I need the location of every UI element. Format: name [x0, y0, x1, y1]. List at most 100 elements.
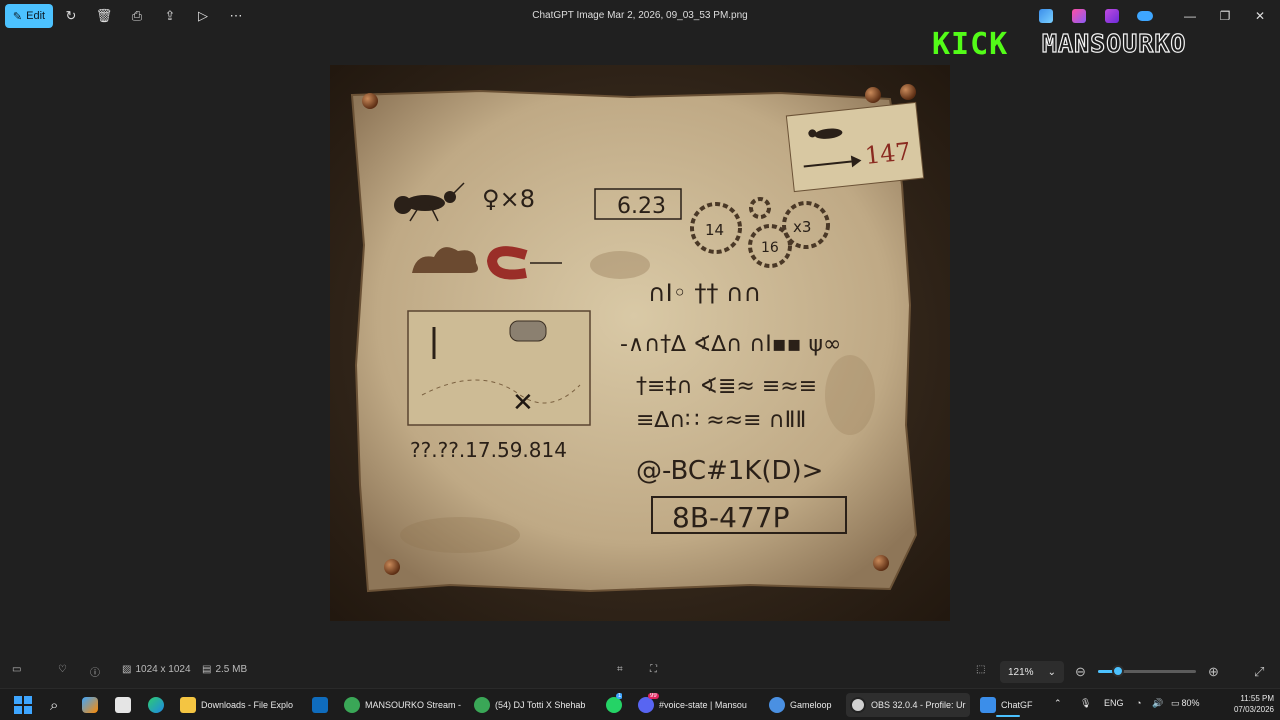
image-viewer-canvas[interactable]: 147 ♀×8 6.23 14 16 x3 ✕ ??.??.17.59.814 …	[330, 65, 950, 621]
folder-icon	[180, 697, 196, 713]
map-drawing: ✕	[407, 310, 591, 426]
gear-number: x3	[793, 218, 811, 236]
clipchamp-app-icon[interactable]	[1105, 9, 1119, 23]
battery-icon: ▭	[1171, 698, 1180, 708]
designer-app-icon[interactable]	[1039, 9, 1053, 23]
note-number: 147	[864, 137, 912, 170]
pin	[362, 93, 378, 109]
glyph-row: ∩Ⅰ◦ †† ∩∩	[648, 279, 761, 307]
wifi-icon[interactable]: ◔	[1136, 698, 1141, 708]
widgets-icon[interactable]	[82, 693, 98, 717]
pin	[873, 555, 889, 571]
app-icon[interactable]	[115, 693, 131, 717]
viewer-bottom-bar: ▭ ♡ ⓘ ▨ 1024 x 1024 ▤ 2.5 MB ⌗ ⛶ ⬚	[0, 656, 1280, 688]
glyph-row: -∧∩†∆ ∢∆∩ ∩Ⅰ▪▪ ψ∞	[620, 332, 841, 357]
gameloop-icon	[769, 697, 785, 713]
taskbar-item-chatgpt[interactable]: ChatGF	[980, 693, 1036, 717]
battery-indicator[interactable]: ▭ 80%	[1171, 698, 1200, 709]
zoom-dropdown[interactable]: 121% ⌄	[1000, 661, 1064, 683]
windows-logo-icon	[14, 696, 32, 714]
favorite-icon[interactable]: ♡	[58, 664, 67, 675]
close-button[interactable]: ✕	[1246, 6, 1274, 26]
filesize-label: 2.5 MB	[215, 664, 248, 675]
taskbar-item-discord[interactable]: 99 #voice-state | Mansou	[638, 693, 760, 717]
title-bar: ✎ Edit ↻ 🗑 ⎙ ⇪ ▷ ⋯ ChatGPT Image Mar 2, …	[0, 0, 1280, 32]
edge-icon[interactable]	[148, 693, 164, 717]
taskbar-item-label: Downloads - File Explo	[201, 700, 294, 710]
outlook-icon[interactable]	[312, 693, 328, 717]
text-detect-icon[interactable]: ⛶	[650, 664, 657, 675]
start-button[interactable]	[14, 693, 32, 717]
number-box-value: 6.23	[617, 194, 666, 219]
symbol-text: ♀×8	[482, 185, 535, 213]
can-icon	[509, 320, 547, 342]
language-indicator[interactable]: ENG	[1104, 698, 1124, 708]
x-mark-icon: ✕	[512, 388, 534, 418]
obs-icon	[850, 697, 866, 713]
zoom-value: 121%	[1008, 666, 1034, 678]
zoom-slider[interactable]	[1098, 665, 1196, 677]
discord-badge: 99	[648, 693, 659, 699]
visual-search-icon[interactable]: ⌗	[617, 664, 623, 675]
pin	[384, 559, 400, 575]
maximize-button[interactable]: ❐	[1211, 6, 1239, 26]
code-line: @-BC#1K(D)>	[636, 456, 823, 486]
kick-logo: KICK	[932, 27, 1009, 62]
taskbar-item-label: #voice-state | Mansou	[659, 700, 747, 710]
gear-number: 16	[761, 240, 779, 256]
taskbar-item-label: OBS 32.0.4 - Profile: Ur	[871, 700, 966, 710]
clock-time: 11:55 PM	[1240, 694, 1274, 703]
chevron-down-icon: ⌄	[1047, 666, 1056, 678]
glyph-row: ≡∆∩∷ ≈≈≡ ∩ⅡⅡ	[636, 408, 806, 433]
search-icon[interactable]: ⌕	[50, 693, 58, 717]
fullscreen-icon[interactable]: ⤢	[1254, 664, 1264, 680]
taskbar-item-gameloop[interactable]: Gameloop	[769, 693, 841, 717]
info-icon[interactable]: ⓘ	[90, 664, 100, 679]
whatsapp-badge: 1	[616, 693, 622, 699]
onedrive-icon[interactable]	[1137, 11, 1153, 21]
volume-icon[interactable]: 🔊	[1152, 698, 1163, 709]
dimensions-label: 1024 x 1024	[135, 664, 191, 675]
taskbar-item-file-explorer[interactable]: Downloads - File Explo	[180, 693, 302, 717]
zoom-slider-thumb[interactable]	[1111, 665, 1124, 677]
clock-date: 07/03/2026	[1233, 705, 1274, 714]
taskbar-item-label: MANSOURKO Stream -	[365, 700, 462, 710]
coordinates-text: ??.??.17.59.814	[410, 438, 567, 462]
taskbar-item-label: (54) DJ Totti X Shehab	[495, 700, 586, 710]
dimensions-icon: ▨	[122, 664, 132, 675]
clock[interactable]: 11:55 PM 07/03/2026	[1216, 693, 1274, 715]
copilot-app-icon[interactable]	[1072, 9, 1086, 23]
boxed-code: 8B-477P	[672, 501, 789, 534]
stain	[590, 251, 650, 279]
photos-icon	[980, 697, 996, 713]
filesize-icon: ▤	[202, 664, 212, 675]
chevron-up-icon[interactable]: ⌃	[1054, 698, 1062, 709]
zoom-out-icon[interactable]: ⊖	[1075, 664, 1086, 680]
chrome-icon	[344, 697, 360, 713]
taskbar: ⌕ Downloads - File Explo MANSOURKO Strea…	[0, 688, 1280, 720]
stain	[400, 517, 520, 553]
glyph-row: †≡‡∩ ∢≣≈ ≡≈≡	[636, 374, 817, 399]
taskbar-item-label: Gameloop	[790, 700, 832, 710]
zoom-in-icon[interactable]: ⊕	[1208, 664, 1219, 680]
taskbar-item-chrome-youtube[interactable]: (54) DJ Totti X Shehab	[474, 693, 596, 717]
microphone-icon[interactable]: 🎙	[1080, 698, 1091, 709]
parchment-image: 147 ♀×8 6.23 14 16 x3 ✕ ??.??.17.59.814 …	[330, 65, 950, 621]
pin	[900, 84, 916, 100]
pin	[865, 87, 881, 103]
streamer-name: MANSOURKO	[1041, 28, 1187, 58]
dimensions-info: ▨ 1024 x 1024	[122, 664, 191, 675]
taskbar-item-obs[interactable]: OBS 32.0.4 - Profile: Ur	[846, 693, 970, 717]
minimize-button[interactable]: —	[1176, 6, 1204, 26]
filesize-info: ▤ 2.5 MB	[202, 664, 247, 675]
fit-to-window-icon[interactable]: ⬚	[976, 664, 985, 675]
window-title: ChatGPT Image Mar 2, 2026, 09_03_53 PM.p…	[532, 10, 748, 21]
gear-number: 14	[705, 221, 724, 239]
battery-percent: 80%	[1181, 698, 1200, 708]
stain	[825, 355, 875, 435]
whatsapp-icon[interactable]: 1	[606, 693, 622, 717]
chrome-icon	[474, 697, 490, 713]
taskbar-item-chrome-stream[interactable]: MANSOURKO Stream -	[344, 693, 466, 717]
taskbar-item-label: ChatGF	[1001, 700, 1033, 710]
filmstrip-icon[interactable]: ▭	[12, 664, 21, 675]
